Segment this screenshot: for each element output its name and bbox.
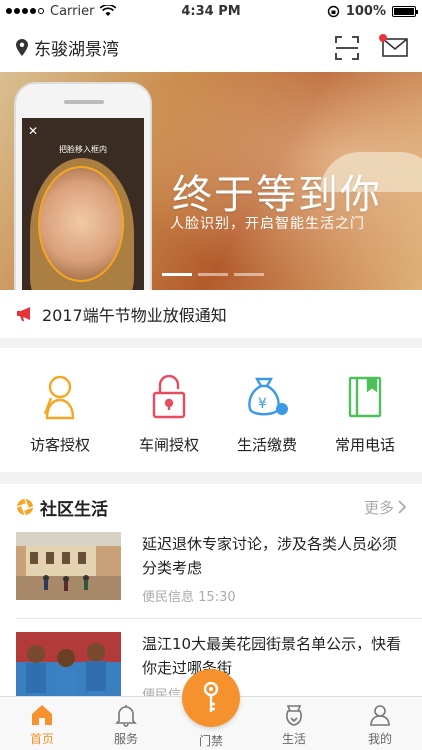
pager-dot[interactable] (234, 273, 264, 276)
battery-icon (392, 5, 418, 17)
tab-services[interactable]: 服务 (84, 703, 168, 747)
gate-auth-label: 车闸授权 (138, 436, 199, 454)
more-link[interactable]: 更多 (364, 497, 406, 518)
visitor-auth-label: 访客授权 (29, 436, 90, 454)
divider (16, 618, 422, 619)
notice-bar[interactable]: 2017端午节物业放假通知 (0, 290, 422, 338)
notice-text: 2017端午节物业放假通知 (42, 306, 227, 325)
close-icon: ✕ (28, 124, 39, 138)
megaphone-icon (17, 307, 30, 321)
pager-dot[interactable] (162, 273, 192, 276)
messages-button[interactable] (379, 34, 408, 61)
article-meta: 便民信息 15:30 (142, 586, 236, 605)
community-section: 社区生活 更多 延迟退休专家讨论，涉及各类人员必须分类考虑 便民信息 15:30… (0, 484, 422, 696)
location-name: 东骏湖景湾 (34, 39, 119, 60)
visitor-auth-button[interactable]: 访客授权 (0, 348, 120, 472)
shopping-bag-icon (286, 705, 302, 726)
location-pin-icon (16, 38, 28, 56)
article-title: 温江10大最美花园街景名单公示，快看你走过哪条街 (142, 635, 402, 677)
unread-dot (379, 34, 387, 42)
promo-banner[interactable]: ✕ 把脸移入框内 终于等到你 人脸识别，开启智能生活之门 (0, 72, 422, 290)
tab-label: 门禁 (198, 734, 223, 748)
banner-subtitle: 人脸识别，开启智能生活之门 (170, 216, 365, 232)
lock-icon (152, 375, 186, 419)
article-thumbnail (16, 532, 121, 600)
gate-auth-button[interactable]: 车闸授权 (120, 348, 218, 472)
face-frame (38, 166, 124, 282)
article-item[interactable]: 延迟退休专家讨论，涉及各类人员必须分类考虑 便民信息 15:30 (16, 532, 406, 618)
scan-icon[interactable] (335, 36, 359, 60)
location-selector[interactable]: 东骏湖景湾 (16, 35, 119, 60)
article-time: 15:30 (198, 590, 236, 605)
pager-dot[interactable] (198, 273, 228, 276)
visitor-icon (43, 375, 75, 420)
phonebook-button[interactable]: 常用电话 (316, 348, 414, 472)
mail-icon (382, 38, 408, 57)
community-icon (16, 498, 34, 516)
tab-profile[interactable]: 我的 (338, 703, 422, 747)
chevron-right-icon (398, 500, 406, 514)
section-title: 社区生活 (40, 499, 108, 520)
article-thumbnail (16, 632, 121, 696)
banner-slogan: 终于等到你 (172, 172, 382, 218)
tab-label: 我的 (367, 732, 392, 746)
svg-text:¥: ¥ (258, 396, 267, 412)
article-title: 延迟退休专家讨论，涉及各类人员必须分类考虑 (142, 535, 398, 577)
home-icon (32, 705, 52, 725)
money-bag-icon: ¥ (248, 377, 288, 416)
phonebook-icon (348, 376, 382, 418)
tab-label: 服务 (113, 732, 138, 746)
phone-illustration: ✕ 把脸移入框内 (14, 82, 152, 290)
face-scan-hint: 把脸移入框内 (59, 145, 107, 154)
top-nav: 东骏湖景湾 (0, 22, 422, 72)
bill-pay-label: 生活缴费 (236, 436, 297, 454)
tab-label: 生活 (281, 732, 306, 746)
person-icon (370, 705, 390, 726)
more-label: 更多 (363, 498, 394, 517)
tab-home[interactable]: 首页 (0, 703, 84, 747)
tab-label: 首页 (29, 732, 54, 746)
bell-icon (115, 705, 137, 727)
status-bar: Carrier 4:34 PM 100% (0, 0, 422, 22)
tab-door-access[interactable] (182, 669, 240, 727)
phonebook-label: 常用电话 (334, 436, 395, 454)
clock: 4:34 PM (181, 3, 241, 19)
tab-life[interactable]: 生活 (252, 703, 336, 747)
quick-services: 访客授权 车闸授权 ¥ 生活缴费 常用电话 (0, 348, 422, 472)
banner-pager (162, 273, 264, 276)
bill-pay-button[interactable]: ¥ 生活缴费 (218, 348, 316, 472)
article-category: 便民信息 (142, 590, 195, 605)
key-icon (203, 682, 219, 712)
face-scan-screen: ✕ 把脸移入框内 (22, 118, 144, 290)
